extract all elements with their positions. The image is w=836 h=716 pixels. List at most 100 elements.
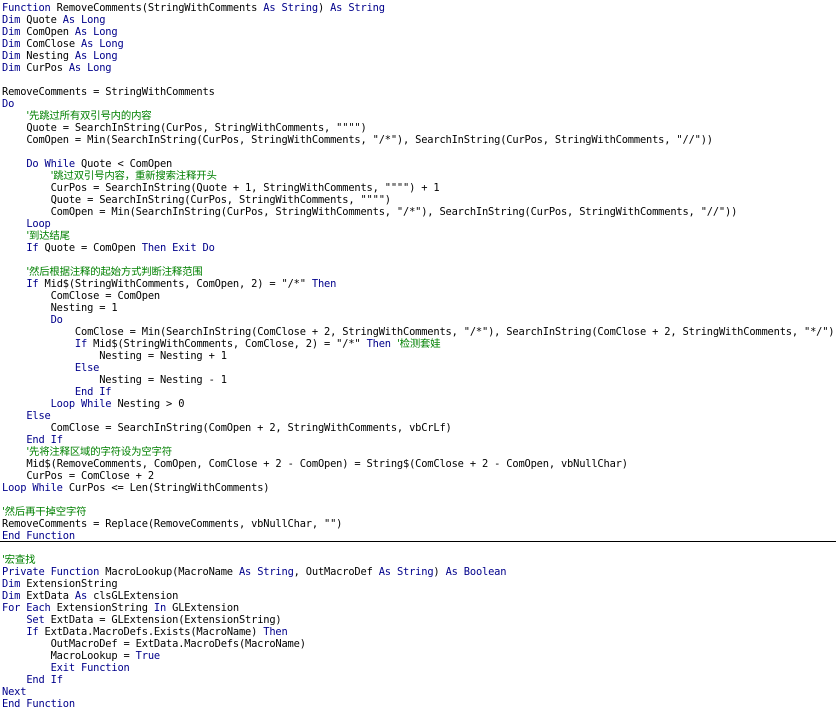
code-line: ComOpen = Min(SearchInString(CurPos, Str… (2, 134, 713, 146)
code-line: Mid$(RemoveComments, ComOpen, ComClose +… (2, 458, 628, 470)
code-line: Dim ExtensionString (2, 578, 118, 590)
code-line: Nesting = 1 (2, 302, 118, 314)
code-line: '先跳过所有双引号内的内容 (2, 110, 152, 122)
procedure-separator (0, 541, 836, 542)
keyword-token: Next (2, 686, 27, 698)
code-line: Dim ComOpen As Long (2, 26, 118, 38)
keyword-token: Dim (2, 38, 21, 50)
keyword-token: Dim (2, 50, 21, 62)
keyword-token: Dim (2, 590, 21, 602)
code-token: MacroLookup(MacroName (99, 566, 239, 578)
keyword-token: Private Function (2, 566, 100, 578)
code-line: '宏查找 (2, 554, 35, 566)
code-line: Set ExtData = GLExtension(ExtensionStrin… (2, 614, 282, 626)
code-line: Quote = SearchInString(CurPos, StringWit… (2, 194, 391, 206)
keyword-token: Dim (2, 14, 21, 26)
code-token: Nesting = Nesting + 1 (99, 350, 227, 362)
code-token: RemoveComments(StringWithComments (50, 2, 264, 14)
keyword-token: As String (238, 566, 294, 578)
code-token: ComOpen = Min(SearchInString(CurPos, Str… (50, 206, 738, 218)
code-line: If Mid$(StringWithComments, ComClose, 2)… (2, 338, 441, 350)
code-token: Mid$(RemoveComments, ComOpen, ComClose +… (26, 458, 628, 470)
code-token: Quote = SearchInString(CurPos, StringWit… (26, 122, 367, 134)
code-line: OutMacroDef = ExtData.MacroDefs(MacroNam… (2, 638, 306, 650)
code-line: Exit Function (2, 662, 130, 674)
code-token: ComClose = SearchInString(ComOpen + 2, S… (50, 422, 452, 434)
keyword-token: As (74, 590, 88, 602)
keyword-token: If (26, 242, 39, 254)
keyword-token: Dim (2, 62, 21, 74)
comment-token: '宏查找 (2, 554, 36, 566)
code-line: Loop (2, 218, 50, 230)
keyword-token: If (26, 626, 39, 638)
code-token: OutMacroDef = ExtData.MacroDefs(MacroNam… (50, 638, 306, 650)
keyword-token: Loop While (2, 482, 63, 494)
code-line: End Function (2, 698, 75, 710)
keyword-token: Then (311, 278, 337, 290)
code-token: ComOpen = Min(SearchInString(CurPos, Str… (26, 134, 713, 146)
comment-token: '先跳过所有双引号内的内容 (26, 110, 152, 122)
keyword-token: In (153, 602, 167, 614)
code-token: CurPos = SearchInString(Quote + 1, Strin… (50, 182, 440, 194)
code-line: For Each ExtensionString In GLExtension (2, 602, 239, 614)
code-line: Do (2, 314, 63, 326)
code-token: , OutMacroDef (293, 566, 379, 578)
code-line: Dim ComClose As Long (2, 38, 124, 50)
code-line: CurPos = SearchInString(Quote + 1, Strin… (2, 182, 440, 194)
code-line: Do While Quote < ComOpen (2, 158, 172, 170)
code-token: ExtData = GLExtension(ExtensionString) (44, 614, 282, 626)
code-token: CurPos <= Len(StringWithComments) (62, 482, 270, 494)
keyword-token: As String (330, 2, 385, 14)
keyword-token: As Long (74, 50, 118, 62)
code-token: Mid$(StringWithComments, ComClose, 2) = … (87, 338, 367, 350)
code-line: If Quote = ComOpen Then Exit Do (2, 242, 215, 254)
comment-token: '跳过双引号内容，重新搜索注释开头 (50, 170, 217, 182)
keyword-token: End Function (2, 530, 75, 542)
code-line: ComOpen = Min(SearchInString(CurPos, Str… (2, 206, 738, 218)
comment-token: '然后根据注释的起始方式判断注释范围 (26, 266, 203, 278)
code-line: '先将注释区域的字符设为空字符 (2, 446, 172, 458)
code-token: ExtensionString (20, 578, 118, 590)
code-token: ) (317, 2, 331, 14)
code-line: Else (2, 362, 99, 374)
code-token: clsGLExtension (87, 590, 179, 602)
keyword-token: End Function (2, 698, 75, 710)
keyword-token: As Long (74, 26, 118, 38)
keyword-token: Do (50, 314, 63, 326)
code-line: Dim Quote As Long (2, 14, 105, 26)
code-line: MacroLookup = True (2, 650, 161, 662)
keyword-token: Else (74, 362, 100, 374)
code-token: Quote (20, 14, 63, 26)
code-token: ExtensionString (50, 602, 154, 614)
code-token: Quote = SearchInString(CurPos, StringWit… (50, 194, 391, 206)
keyword-token: As String (378, 566, 434, 578)
code-editor[interactable]: Function RemoveComments(StringWithCommen… (0, 0, 836, 716)
code-line: Loop While CurPos <= Len(StringWithComme… (2, 482, 270, 494)
code-line: Dim Nesting As Long (2, 50, 118, 62)
comment-token: '检测套娃 (396, 338, 441, 350)
code-token: ) (433, 566, 446, 578)
keyword-token: End If (74, 386, 112, 398)
code-token: ComClose = Min(SearchInString(ComClose +… (74, 326, 836, 338)
code-line: If ExtData.MacroDefs.Exists(MacroName) T… (2, 626, 287, 638)
code-token: RemoveComments = StringWithComments (2, 86, 215, 98)
code-line: End If (2, 434, 63, 446)
code-line: ComClose = Min(SearchInString(ComClose +… (2, 326, 836, 338)
